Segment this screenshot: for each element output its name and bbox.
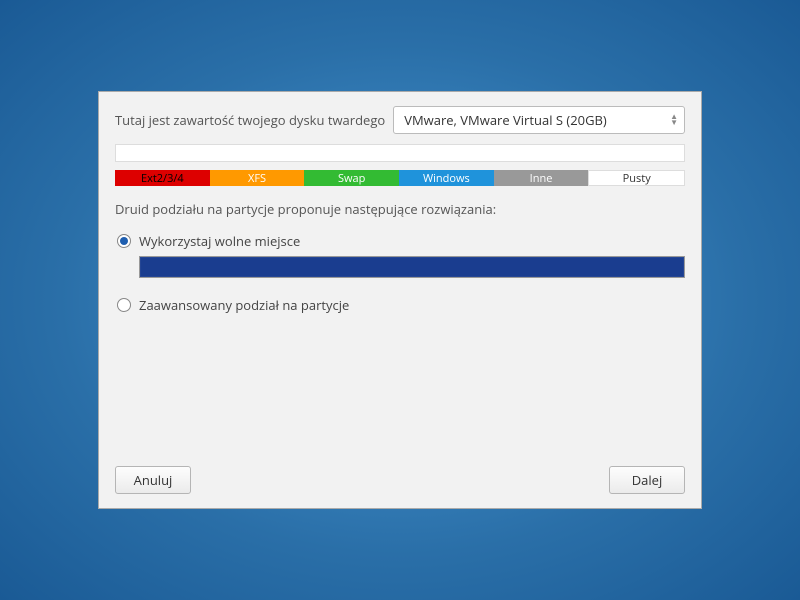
partitioning-dialog: Tutaj jest zawartość twojego dysku tward… [98, 91, 702, 509]
legend-swap: Swap [304, 170, 399, 186]
option-advanced[interactable]: Zaawansowany podział na partycje [115, 296, 685, 320]
option-use-free-content: Wykorzystaj wolne miejsce [139, 232, 685, 278]
next-button[interactable]: Dalej [609, 466, 685, 494]
option-advanced-content: Zaawansowany podział na partycje [139, 296, 685, 320]
legend-empty: Pusty [588, 170, 685, 186]
partition-legend: Ext2/3/4 XFS Swap Windows Inne Pusty [115, 170, 685, 186]
disk-label: Tutaj jest zawartość twojego dysku tward… [115, 111, 385, 129]
radio-advanced[interactable] [117, 298, 131, 312]
partition-preview-bar [139, 256, 685, 278]
disk-usage-bar [115, 144, 685, 162]
option-advanced-label: Zaawansowany podział na partycje [139, 296, 685, 314]
button-row: Anuluj Dalej [115, 466, 685, 494]
disk-selector-row: Tutaj jest zawartość twojego dysku tward… [115, 106, 685, 134]
option-use-free-space[interactable]: Wykorzystaj wolne miejsce [115, 232, 685, 278]
radio-use-free[interactable] [117, 234, 131, 248]
cancel-button[interactable]: Anuluj [115, 466, 191, 494]
legend-xfs: XFS [210, 170, 305, 186]
instruction-text: Druid podziału na partycje proponuje nas… [115, 200, 685, 218]
legend-windows: Windows [399, 170, 494, 186]
option-use-free-label: Wykorzystaj wolne miejsce [139, 232, 685, 250]
legend-other: Inne [494, 170, 589, 186]
disk-select[interactable]: VMware, VMware Virtual S (20GB) ▲▼ [393, 106, 685, 134]
chevron-updown-icon: ▲▼ [670, 114, 678, 126]
disk-select-value: VMware, VMware Virtual S (20GB) [404, 111, 607, 129]
legend-ext: Ext2/3/4 [115, 170, 210, 186]
